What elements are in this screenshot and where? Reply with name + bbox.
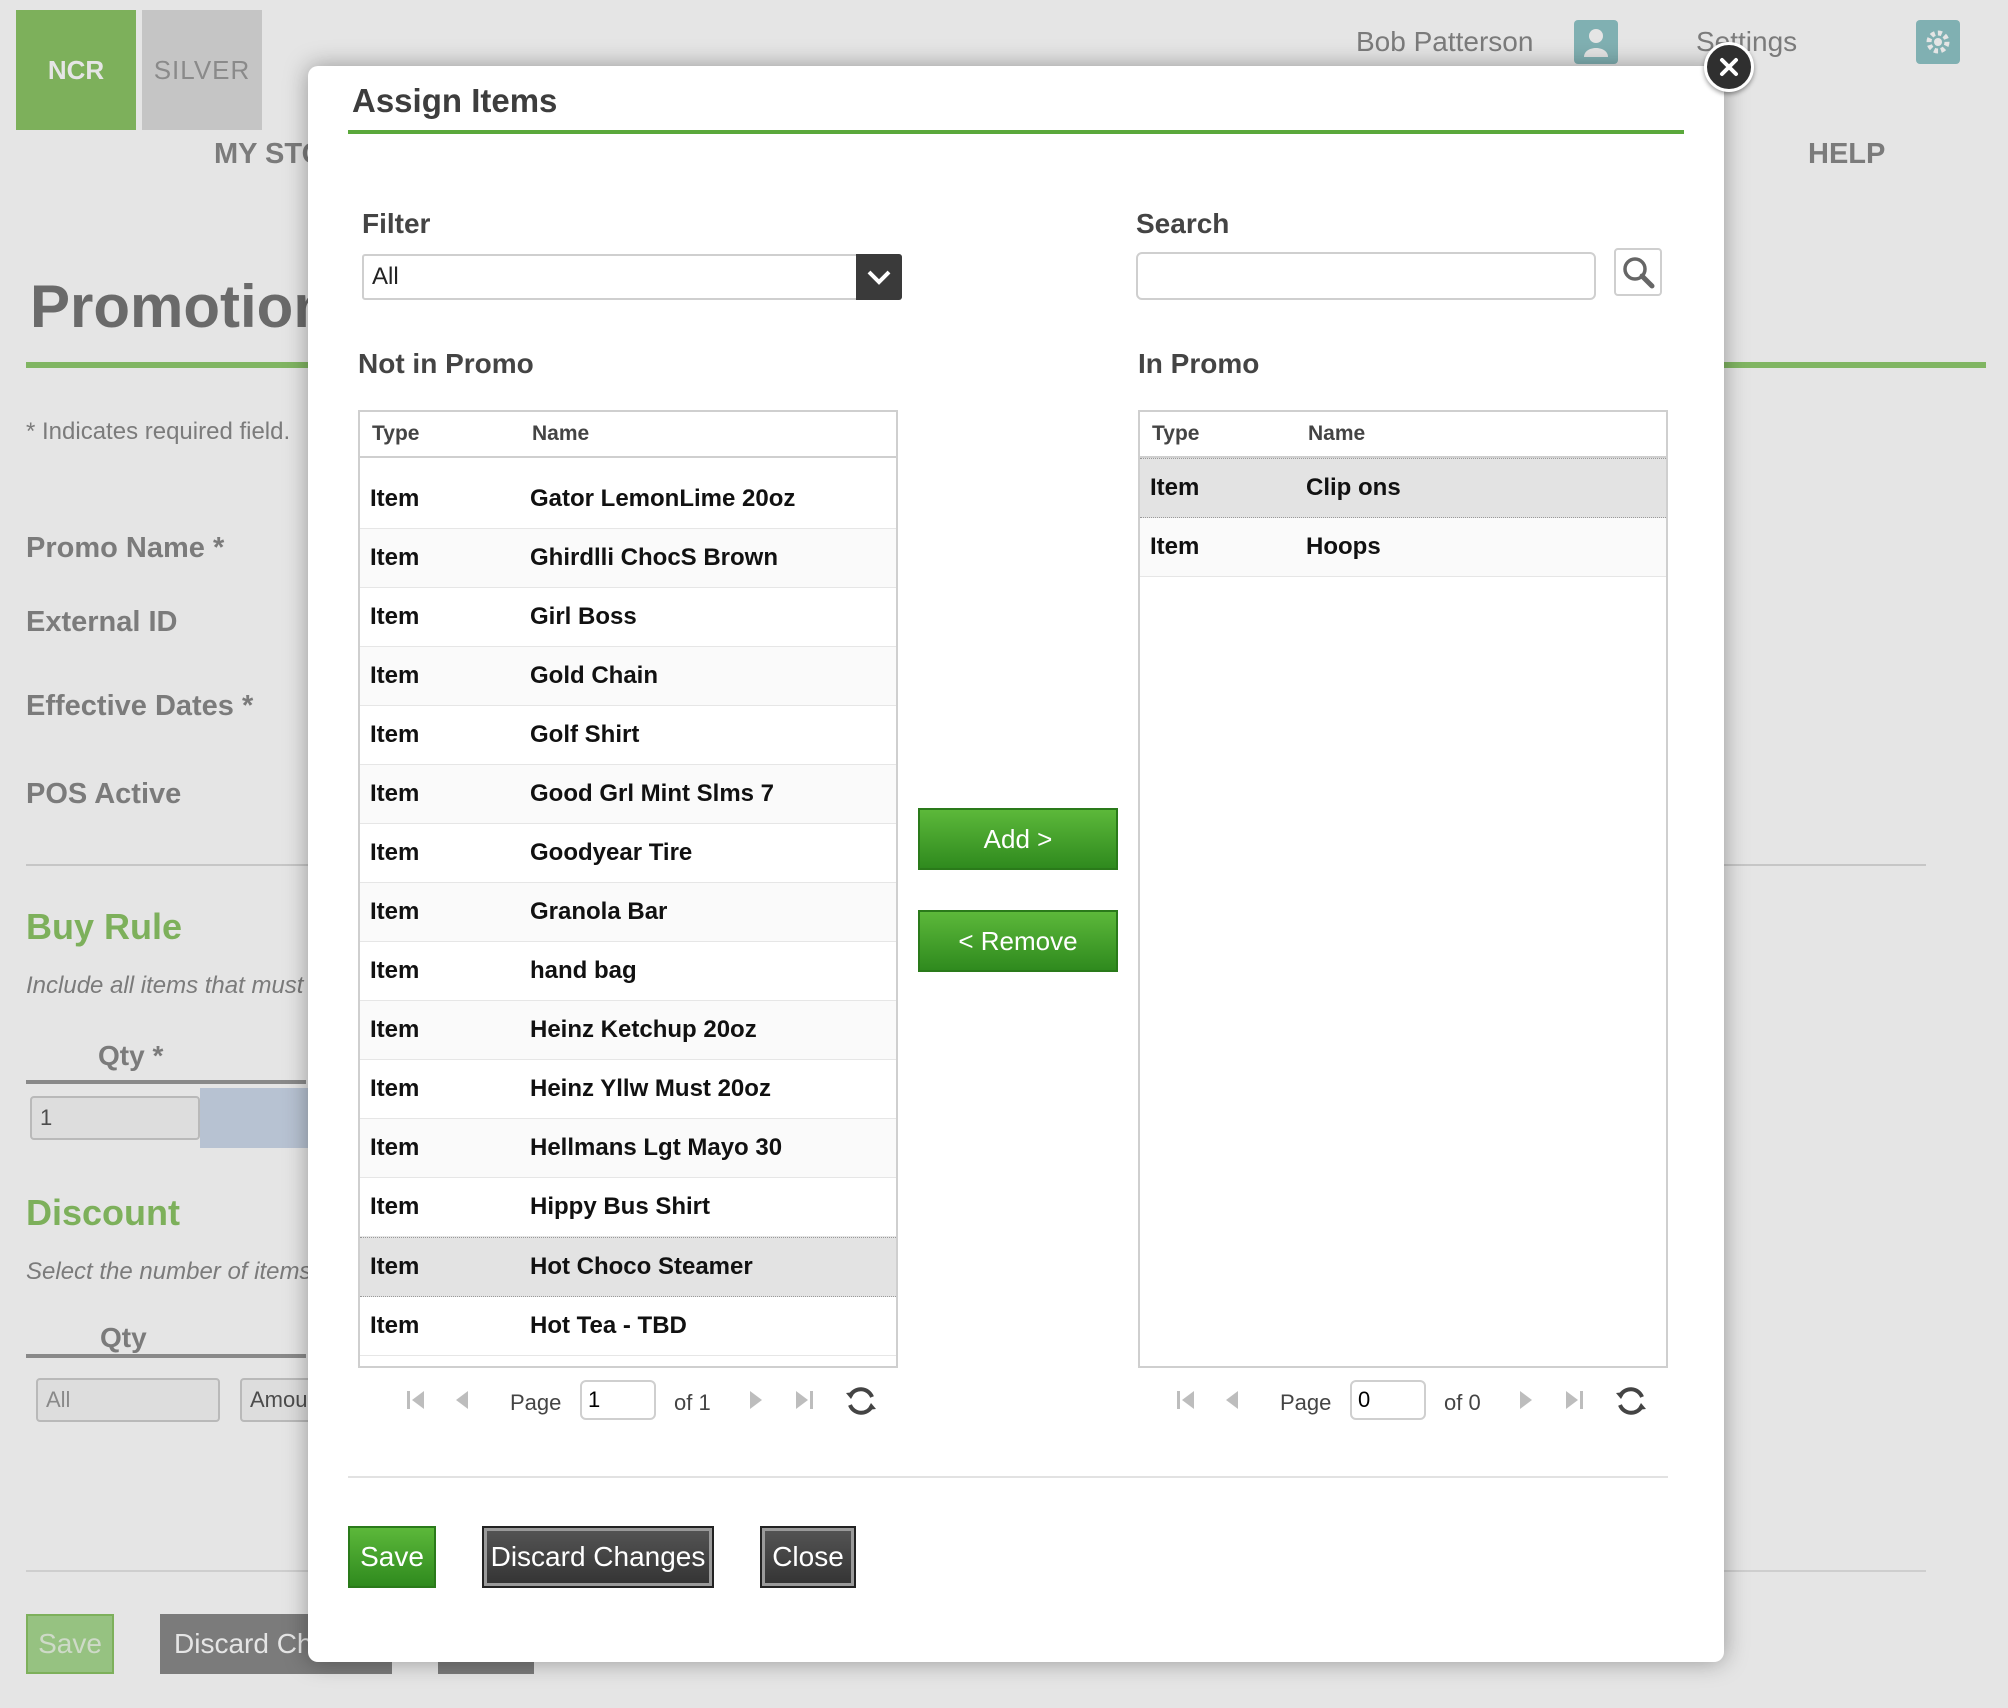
column-header-type[interactable]: Type — [372, 422, 419, 446]
table-row[interactable]: Item hand bag — [360, 942, 896, 1001]
footer-divider — [348, 1476, 1668, 1478]
previous-page-icon[interactable] — [452, 1388, 472, 1412]
row-name: Girl Boss — [530, 603, 637, 630]
refresh-icon[interactable] — [844, 1384, 878, 1418]
row-name: Goodyear Tire — [530, 839, 693, 866]
table-row[interactable]: Item Hot Choco Steamer — [360, 1237, 896, 1297]
table-row[interactable]: Item Hellmans Lgt Mayo 30 — [360, 1119, 896, 1178]
table-row[interactable]: Item Ghirdlli ChocS Brown — [360, 529, 896, 588]
row-name: Hot Tea - TBD — [530, 1312, 687, 1339]
row-name: Hot Choco Steamer — [530, 1253, 753, 1280]
next-page-icon[interactable] — [746, 1388, 766, 1412]
search-input[interactable] — [1136, 252, 1596, 300]
title-underline — [348, 130, 1684, 134]
filter-select[interactable]: All — [362, 254, 902, 300]
row-type: Item — [370, 544, 420, 571]
grid-header: Type Name — [1140, 412, 1666, 458]
row-type: Item — [370, 957, 420, 984]
row-name: Heinz Yllw Must 20oz — [530, 1075, 771, 1102]
grid-header: Type Name — [360, 412, 896, 458]
first-page-icon[interactable] — [404, 1388, 428, 1412]
save-button[interactable]: Save — [348, 1526, 436, 1588]
in-promo-grid: Type Name Item Clip ons Item Hoops — [1138, 410, 1668, 1368]
table-row[interactable]: Item Heinz Ketchup 20oz — [360, 1001, 896, 1060]
row-name: hand bag — [530, 957, 637, 984]
table-row[interactable]: Item Gold Chain — [360, 647, 896, 706]
row-name: Gator LemonLime 20oz — [530, 485, 796, 512]
refresh-icon[interactable] — [1614, 1384, 1648, 1418]
row-type: Item — [370, 1075, 420, 1102]
in-promo-label: In Promo — [1138, 348, 1260, 379]
page-count: of 0 — [1444, 1390, 1481, 1415]
last-page-icon[interactable] — [792, 1388, 816, 1412]
not-in-promo-grid: Type Name Item Gator LemonLime 20oz Item Gh… — [358, 410, 898, 1368]
row-type: Item — [370, 1253, 420, 1280]
row-type: Item — [370, 780, 420, 807]
row-type: Item — [370, 898, 420, 925]
filter-value: All — [372, 263, 399, 290]
search-icon[interactable] — [1614, 248, 1662, 296]
table-row[interactable]: Item Good Grl Mint Slms 7 — [360, 765, 896, 824]
column-header-name[interactable]: Name — [532, 422, 589, 446]
row-name: Golf Shirt — [530, 721, 640, 748]
previous-page-icon[interactable] — [1222, 1388, 1242, 1412]
row-type: Item — [370, 485, 420, 512]
table-row[interactable]: Item Hippy Bus Shirt — [360, 1178, 896, 1237]
table-row[interactable]: Item Girl Boss — [360, 588, 896, 647]
in-promo-rows: Item Clip ons Item Hoops — [1140, 458, 1666, 577]
not-in-promo-pager: Page of 1 — [404, 1380, 884, 1426]
row-name: Heinz Ketchup 20oz — [530, 1016, 757, 1043]
table-row[interactable]: Item Hot Tea - TBD — [360, 1297, 896, 1356]
chevron-down-icon[interactable] — [856, 254, 902, 300]
row-name: Hoops — [1306, 533, 1381, 560]
dialog-title: Assign Items — [352, 82, 558, 119]
row-type: Item — [370, 839, 420, 866]
not-in-promo-label: Not in Promo — [358, 348, 534, 379]
page-label: Page — [510, 1390, 562, 1415]
table-row[interactable]: Item Gator LemonLime 20oz — [360, 470, 896, 529]
table-row[interactable]: Item Granola Bar — [360, 883, 896, 942]
row-name: Hellmans Lgt Mayo 30 — [530, 1134, 783, 1161]
row-type: Item — [1150, 474, 1200, 501]
close-button[interactable]: Close — [760, 1526, 856, 1588]
page-label: Page — [1280, 1390, 1332, 1415]
row-name: Good Grl Mint Slms 7 — [530, 780, 775, 807]
row-name: Clip ons — [1306, 474, 1401, 501]
row-type: Item — [370, 1134, 420, 1161]
row-type: Item — [370, 1016, 420, 1043]
in-promo-pager: Page of 0 — [1174, 1380, 1654, 1426]
close-icon[interactable] — [1704, 42, 1754, 92]
not-in-promo-rows: Item Gator LemonLime 20oz Item Ghirdlli Cho… — [360, 470, 896, 1356]
add-button[interactable]: Add > — [918, 808, 1118, 870]
row-name: Hippy Bus Shirt — [530, 1193, 711, 1220]
row-name: Ghirdlli ChocS Brown — [530, 544, 779, 571]
page-count: of 1 — [674, 1390, 711, 1415]
row-name: Granola Bar — [530, 898, 668, 925]
table-row[interactable]: Item Golf Shirt — [360, 706, 896, 765]
page-number-input[interactable] — [1350, 1380, 1426, 1420]
search-label: Search — [1136, 208, 1230, 239]
discard-changes-button[interactable]: Discard Changes — [482, 1526, 714, 1588]
first-page-icon[interactable] — [1174, 1388, 1198, 1412]
row-type: Item — [370, 1312, 420, 1339]
remove-button[interactable]: < Remove — [918, 910, 1118, 972]
table-row[interactable]: Item Heinz Yllw Must 20oz — [360, 1060, 896, 1119]
row-type: Item — [370, 721, 420, 748]
row-type: Item — [370, 662, 420, 689]
row-name: Gold Chain — [530, 662, 658, 689]
column-header-type[interactable]: Type — [1152, 422, 1199, 446]
row-type: Item — [1150, 533, 1200, 560]
table-row[interactable]: Item Hoops — [1140, 518, 1666, 577]
row-type: Item — [370, 1193, 420, 1220]
last-page-icon[interactable] — [1562, 1388, 1586, 1412]
page-number-input[interactable] — [580, 1380, 656, 1420]
table-row[interactable]: Item Clip ons — [1140, 458, 1666, 518]
next-page-icon[interactable] — [1516, 1388, 1536, 1412]
assign-items-dialog: Assign Items Filter All Search Not in Pr… — [308, 42, 1754, 1662]
row-type: Item — [370, 603, 420, 630]
table-row[interactable]: Item Goodyear Tire — [360, 824, 896, 883]
filter-label: Filter — [362, 208, 431, 239]
column-header-name[interactable]: Name — [1308, 422, 1365, 446]
